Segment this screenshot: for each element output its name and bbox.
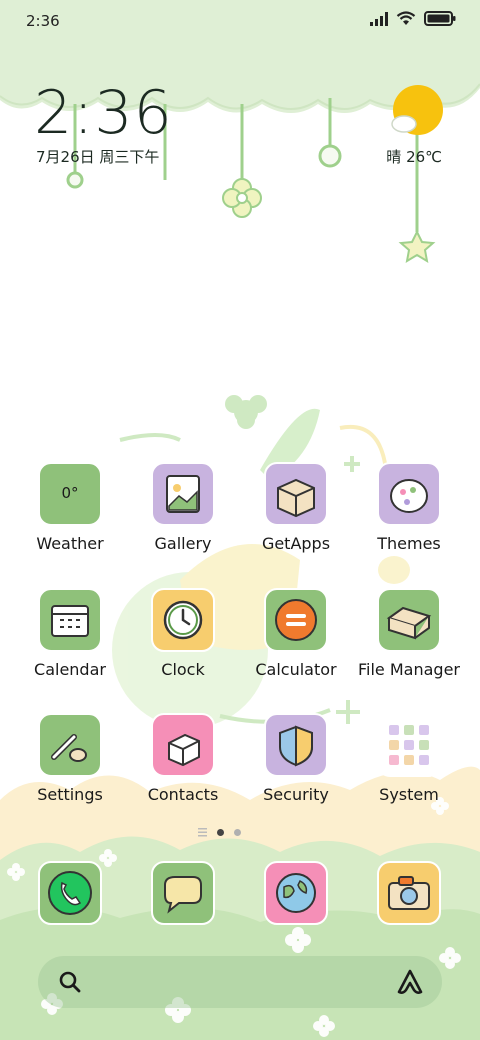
app-label: System: [379, 785, 439, 804]
app-label: Calendar: [34, 660, 106, 679]
status-time: 2:36: [26, 12, 60, 30]
app-themes[interactable]: Themes: [353, 462, 465, 553]
dock-camera-button[interactable]: [353, 861, 465, 925]
security-icon: [264, 713, 328, 777]
app-icon[interactable]: [264, 588, 328, 652]
getapps-icon: [264, 462, 328, 526]
search-icon[interactable]: [58, 970, 82, 994]
app-gallery[interactable]: Gallery: [127, 462, 239, 553]
page-indicator[interactable]: [198, 828, 241, 837]
weather-temperature: 26℃: [406, 148, 442, 166]
dock-icon[interactable]: [264, 861, 328, 925]
assistant-icon[interactable]: [396, 968, 424, 996]
message-icon: [151, 861, 215, 925]
weather-condition: 晴: [386, 148, 402, 166]
file-manager-icon: [377, 588, 441, 652]
app-icon[interactable]: [377, 713, 441, 777]
camera-icon: [377, 861, 441, 925]
status-bar: 2:36: [0, 0, 480, 44]
wifi-icon: [396, 11, 416, 25]
app-icon[interactable]: [377, 462, 441, 526]
app-weather[interactable]: 0° Weather: [14, 462, 126, 553]
app-label: Security: [263, 785, 329, 804]
app-icon[interactable]: [264, 462, 328, 526]
page-dot-active[interactable]: [217, 829, 224, 836]
app-label: Contacts: [147, 785, 219, 804]
weather-widget[interactable]: 晴 26℃: [386, 146, 442, 167]
app-label: GetApps: [261, 534, 331, 553]
system-folder-icon: [377, 713, 441, 777]
app-icon[interactable]: [38, 713, 102, 777]
weather-temp-text: 0°: [61, 484, 79, 502]
phone-icon: [38, 861, 102, 925]
app-getapps[interactable]: GetApps: [240, 462, 352, 553]
themes-icon: [377, 462, 441, 526]
dock-icon[interactable]: [377, 861, 441, 925]
battery-icon: [424, 11, 456, 26]
app-icon[interactable]: [151, 462, 215, 526]
gallery-icon: [151, 462, 215, 526]
dock-phone-button[interactable]: [14, 861, 126, 925]
calculator-icon: [264, 588, 328, 652]
globe-icon: [264, 861, 328, 925]
app-settings[interactable]: Settings: [14, 713, 126, 804]
app-icon[interactable]: [264, 713, 328, 777]
clock-widget-time[interactable]: 2:36: [34, 78, 173, 148]
app-file-manager[interactable]: File Manager: [353, 588, 465, 679]
app-calendar[interactable]: Calendar: [14, 588, 126, 679]
app-icon[interactable]: [377, 588, 441, 652]
app-label: Weather: [36, 534, 104, 553]
app-icon[interactable]: [151, 588, 215, 652]
contacts-icon: [151, 713, 215, 777]
dock-browser-button[interactable]: [240, 861, 352, 925]
app-calculator[interactable]: Calculator: [240, 588, 352, 679]
menu-lines-icon: [198, 828, 207, 837]
app-icon[interactable]: [38, 588, 102, 652]
app-icon[interactable]: 0°: [38, 462, 102, 526]
app-label: Settings: [37, 785, 103, 804]
dock-icon[interactable]: [151, 861, 215, 925]
signal-icon: [370, 11, 388, 26]
app-contacts[interactable]: Contacts: [127, 713, 239, 804]
app-label: File Manager: [358, 660, 460, 679]
app-label: Calculator: [255, 660, 337, 679]
app-label: Themes: [377, 534, 441, 553]
app-clock[interactable]: Clock: [127, 588, 239, 679]
clock-widget-date: 7月26日 周三下午: [36, 148, 160, 166]
app-label: Clock: [161, 660, 205, 679]
app-icon[interactable]: [151, 713, 215, 777]
app-label: Gallery: [154, 534, 212, 553]
settings-icon: [38, 713, 102, 777]
app-security[interactable]: Security: [240, 713, 352, 804]
clock-icon: [151, 588, 215, 652]
calendar-icon: [38, 588, 102, 652]
app-system[interactable]: System: [353, 713, 465, 804]
dock-icon[interactable]: [38, 861, 102, 925]
search-bar[interactable]: [38, 956, 442, 1008]
dock-messages-button[interactable]: [127, 861, 239, 925]
page-dot[interactable]: [234, 829, 241, 836]
